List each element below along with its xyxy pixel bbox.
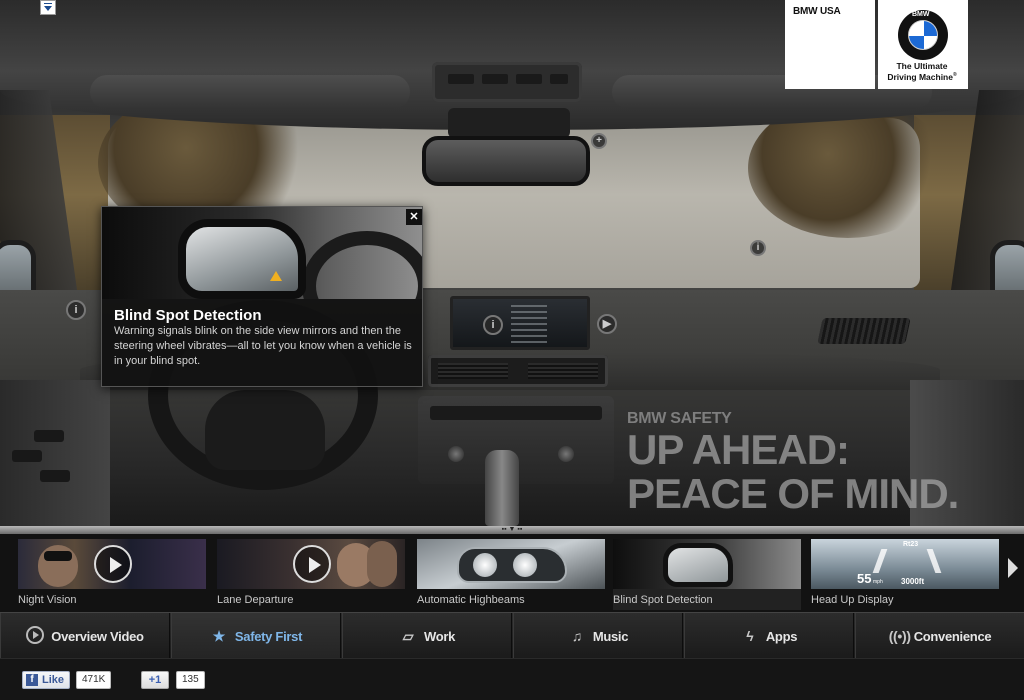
tab-work[interactable]: ▱ Work — [342, 613, 512, 659]
overhead-console — [432, 62, 582, 102]
hud-road-label: Rt23 — [903, 541, 919, 548]
play-circle-icon — [26, 625, 45, 647]
main-nav: Overview Video ★ Safety First ▱ Work ♫ M… — [0, 612, 1024, 661]
carousel-item-night-vision[interactable]: Night Vision — [18, 539, 206, 610]
carousel-item-label: Lane Departure — [217, 594, 294, 606]
facebook-icon: f — [26, 674, 38, 686]
lightning-icon: ϟ — [746, 628, 754, 644]
feature-carousel: Night Vision Lane Departure Automatic Hi… — [0, 534, 1024, 612]
info-icon[interactable]: i — [750, 240, 766, 256]
plus-icon[interactable]: + — [591, 133, 607, 149]
info-icon[interactable]: i — [66, 300, 86, 320]
tab-overview-video[interactable]: Overview Video — [0, 613, 170, 659]
left-door-panel — [0, 380, 110, 526]
steering-wheel-hub — [205, 390, 325, 470]
feature-popup: ✕ Blind Spot Detection Warning signals b… — [101, 206, 423, 387]
play-circle-icon[interactable] — [293, 545, 331, 583]
tab-music[interactable]: ♫ Music — [513, 613, 683, 659]
dropdown-menu-toggle[interactable] — [40, 0, 56, 15]
carousel-item-label: Automatic Highbeams — [417, 594, 525, 606]
headline: BMW SAFETY UP AHEAD: PEACE OF MIND. — [627, 410, 959, 517]
hud-speed: 55 — [857, 571, 872, 586]
facebook-like-count: 471K — [76, 671, 112, 689]
social-footer: f Like 471K +1 135 — [0, 658, 1024, 700]
carousel-item-lane-departure[interactable]: Lane Departure — [217, 539, 405, 610]
carousel-item-label: Head Up Display — [811, 594, 894, 606]
popup-body: Warning signals blink on the side view m… — [114, 325, 412, 367]
tab-convenience[interactable]: ((•)) Convenience — [855, 613, 1024, 659]
play-circle-icon[interactable] — [94, 545, 132, 583]
region-label: BMW USA — [793, 6, 841, 17]
carousel-item-label: Blind Spot Detection — [613, 594, 713, 606]
play-circle-icon[interactable]: ▶ — [597, 314, 617, 334]
popup-title: Blind Spot Detection — [114, 307, 262, 324]
right-air-vent — [817, 318, 911, 344]
hud-distance: 3000ft — [901, 577, 925, 586]
tab-label: Overview Video — [51, 628, 144, 644]
tab-safety-first[interactable]: ★ Safety First — [171, 613, 342, 661]
chevron-right-icon[interactable] — [1002, 548, 1024, 588]
star-icon: ★ — [212, 627, 226, 644]
tab-label: Convenience — [913, 628, 992, 644]
bmw-roundel-icon: BMW — [898, 10, 948, 60]
facebook-like-label: Like — [42, 674, 65, 686]
book-icon: ▱ — [402, 627, 414, 644]
bmw-logo[interactable]: BMW The Ultimate Driving Machine® — [878, 0, 968, 89]
gear-shifter — [485, 450, 519, 526]
carousel-item-head-up-display[interactable]: Rt23 55 mph 3000ft Head Up Display — [811, 539, 999, 610]
google-plus-one-count: 135 — [176, 671, 205, 689]
mirror-mount — [448, 108, 570, 138]
signal-icon: ((•)) — [888, 628, 911, 644]
hud-unit: mph — [873, 579, 883, 585]
warning-triangle-icon — [270, 271, 282, 281]
tab-label: Music — [592, 628, 629, 644]
carousel-item-automatic-highbeams[interactable]: Automatic Highbeams — [417, 539, 605, 610]
roundel-letters: BMW — [912, 11, 930, 18]
brand-tagline: The Ultimate Driving Machine® — [887, 61, 957, 82]
region-box[interactable]: BMW USA — [785, 0, 875, 89]
rearview-mirror — [422, 136, 590, 186]
collapse-handle[interactable]: ▪▪ ▼ ▪▪ — [494, 526, 530, 534]
tab-apps[interactable]: ϟ Apps — [684, 613, 854, 659]
headline-line-2: PEACE OF MIND. — [627, 470, 959, 517]
google-plus-one-button[interactable]: +1 — [141, 671, 169, 689]
tab-label: Work — [423, 628, 456, 644]
carousel-item-label: Night Vision — [18, 594, 77, 606]
music-icon: ♫ — [571, 628, 583, 644]
close-icon[interactable]: ✕ — [406, 209, 422, 225]
center-air-vent — [428, 355, 608, 387]
left-sun-visor — [90, 75, 410, 109]
tab-label: Safety First — [234, 628, 303, 644]
headline-line-1: UP AHEAD: — [627, 426, 850, 473]
idrive-screen — [450, 296, 590, 350]
tab-label: Apps — [765, 628, 798, 644]
info-icon[interactable]: i — [483, 315, 503, 335]
popup-image — [102, 207, 422, 299]
carousel-item-blind-spot-detection[interactable]: Blind Spot Detection — [613, 539, 801, 610]
facebook-like-button[interactable]: f Like — [22, 671, 71, 689]
